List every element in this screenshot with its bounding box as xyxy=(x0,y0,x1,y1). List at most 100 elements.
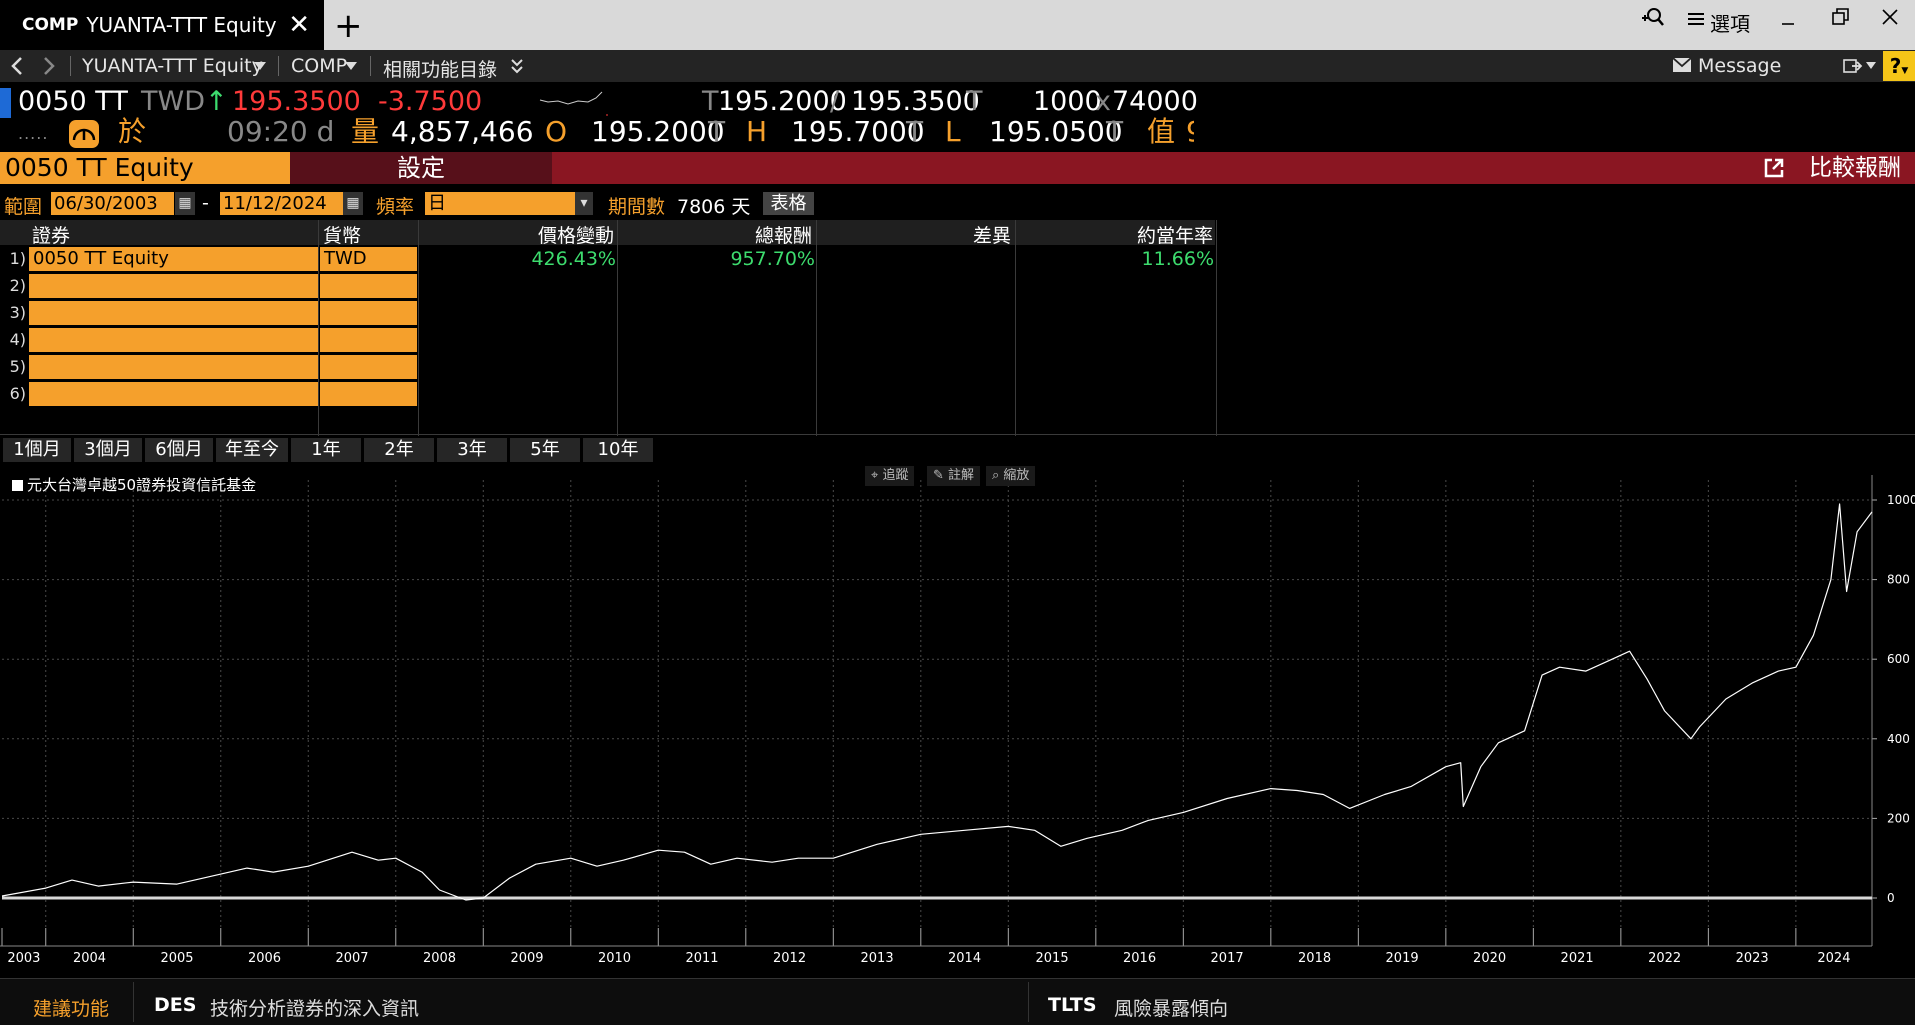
security-cell[interactable] xyxy=(29,301,318,325)
new-tab-button[interactable]: + xyxy=(334,6,363,46)
crosshair-tool[interactable]: ⌖ 追蹤 xyxy=(865,466,915,486)
related-functions-menu[interactable]: 相關功能目錄 xyxy=(383,55,497,82)
currency-cell[interactable]: TWD xyxy=(320,247,417,271)
period-10y-button[interactable]: 10年 xyxy=(583,438,653,462)
speedometer-icon[interactable] xyxy=(68,119,100,149)
message-button[interactable]: Message xyxy=(1698,55,1781,77)
row-number: 5) xyxy=(9,357,26,376)
quote-low: 195.0500 xyxy=(989,115,1123,148)
period-ytd-button[interactable]: 年至今 xyxy=(216,438,288,462)
col-security[interactable]: 證券 xyxy=(32,221,70,248)
x-tick-label: 2006 xyxy=(248,951,281,966)
period-1y-button[interactable]: 1年 xyxy=(291,438,361,462)
nav-separator xyxy=(278,56,279,76)
period-6m-button[interactable]: 6個月 xyxy=(145,438,213,462)
column-divider xyxy=(418,220,419,436)
menu-icon[interactable] xyxy=(1688,12,1704,26)
currency-cell[interactable] xyxy=(320,274,417,298)
security-cell[interactable] xyxy=(29,355,318,379)
calendar-icon[interactable]: ▦ xyxy=(175,192,195,215)
column-divider xyxy=(1015,220,1016,436)
table-button[interactable]: 表格 xyxy=(763,192,814,215)
high-suffix: T xyxy=(906,115,924,148)
col-total-return[interactable]: 總報酬 xyxy=(620,221,812,248)
chevron-down-icon[interactable] xyxy=(345,62,357,70)
x-tick-label: 2018 xyxy=(1298,951,1331,966)
annotate-label: 註解 xyxy=(948,468,975,483)
col-currency[interactable]: 貨幣 xyxy=(323,221,361,248)
user-search-icon[interactable] xyxy=(1640,6,1664,30)
forward-arrow-icon[interactable] xyxy=(40,56,58,76)
tlts-code[interactable]: TLTS xyxy=(1048,994,1097,1016)
period-3m-button[interactable]: 3個月 xyxy=(74,438,142,462)
nav-security[interactable]: YUANTA-TTT Equity xyxy=(82,55,263,77)
quote-change: -3.7500 xyxy=(378,86,483,117)
nav-separator xyxy=(370,56,371,76)
col-annualized[interactable]: 約當年率 xyxy=(1017,221,1213,248)
x-tick-label: 2013 xyxy=(861,951,894,966)
window-close-icon[interactable] xyxy=(1881,8,1899,26)
return-chart[interactable]: 0 200 400 600 800 1000 2003 2004 2005 2006 2007 200… xyxy=(0,464,1915,976)
chevron-down-icon[interactable]: ▾ xyxy=(575,192,593,215)
bottom-divider xyxy=(1028,982,1029,1022)
window-arrow-icon[interactable] xyxy=(1843,57,1863,75)
security-cell[interactable] xyxy=(29,274,318,298)
des-description[interactable]: 技術分析證券的深入資訊 xyxy=(210,994,419,1021)
x-tick-label: 2024 xyxy=(1817,951,1850,966)
total-return-value: 957.70% xyxy=(730,248,815,270)
des-code[interactable]: DES xyxy=(154,994,196,1016)
active-tab[interactable]: COMP YUANTA-TTT Equity ✕ xyxy=(0,0,324,50)
annotate-tool[interactable]: ✎ 註解 xyxy=(927,466,981,486)
tab-function-code: COMP xyxy=(22,15,79,35)
zoom-tool[interactable]: ⌕ 縮放 xyxy=(986,466,1036,486)
restore-icon[interactable] xyxy=(1832,8,1850,26)
currency-cell[interactable] xyxy=(320,301,417,325)
currency-cell[interactable] xyxy=(320,382,417,406)
security-cell[interactable] xyxy=(29,382,318,406)
quote-last-price: 195.3500 xyxy=(232,86,361,117)
options-menu[interactable]: 選項 xyxy=(1710,8,1750,37)
security-cell[interactable]: 0050 TT Equity xyxy=(29,247,318,271)
period-2y-button[interactable]: 2年 xyxy=(364,438,434,462)
double-chevron-down-icon[interactable] xyxy=(511,58,523,74)
security-field[interactable]: 0050 TT Equity xyxy=(0,152,290,184)
back-arrow-icon[interactable] xyxy=(8,56,26,76)
period-5y-button[interactable]: 5年 xyxy=(510,438,580,462)
tlts-description[interactable]: 風險暴露傾向 xyxy=(1114,994,1228,1021)
row-number: 3) xyxy=(9,303,26,322)
x-tick-label: 2009 xyxy=(510,951,543,966)
currency-cell[interactable] xyxy=(320,355,417,379)
size-x: x xyxy=(1095,86,1111,117)
annualized-value: 11.66% xyxy=(1141,248,1214,270)
period-1m-button[interactable]: 1個月 xyxy=(3,438,71,462)
minimize-icon[interactable] xyxy=(1781,14,1795,28)
chevron-down-icon[interactable] xyxy=(254,62,266,70)
period-3y-button[interactable]: 3年 xyxy=(437,438,507,462)
date-dash: - xyxy=(202,192,209,214)
period-count-value: 7806 天 xyxy=(677,196,751,218)
chevron-down-icon[interactable] xyxy=(1866,62,1876,69)
frequency-select[interactable]: 日 xyxy=(425,192,575,215)
range-label: 範圍 xyxy=(4,196,43,218)
close-tab-icon[interactable]: ✕ xyxy=(288,10,310,40)
x-tick-label: 2003 xyxy=(7,951,40,966)
help-button[interactable]: ?▼ xyxy=(1883,51,1915,81)
start-date-field[interactable]: 06/30/2003 xyxy=(51,192,174,215)
settings-button[interactable]: 設定 xyxy=(290,152,552,184)
col-difference[interactable]: 差異 xyxy=(818,221,1011,248)
y-tick-label: 200 xyxy=(1887,811,1910,825)
currency-cell[interactable] xyxy=(320,328,417,352)
calendar-icon[interactable]: ▦ xyxy=(343,192,363,215)
quote-time: 09:20 d xyxy=(227,115,335,148)
envelope-icon[interactable] xyxy=(1673,58,1691,72)
col-price-change[interactable]: 價格變動 xyxy=(420,221,614,248)
security-cell[interactable] xyxy=(29,328,318,352)
open-label: O xyxy=(545,115,568,148)
nav-separator xyxy=(70,56,71,76)
chart-legend[interactable]: 元大台灣卓越50證券投資信託基金 xyxy=(12,474,256,495)
nav-function[interactable]: COMP xyxy=(291,55,347,77)
end-date-field[interactable]: 11/12/2024 xyxy=(220,192,343,215)
external-link-icon[interactable] xyxy=(1762,156,1786,180)
bottom-divider xyxy=(133,982,134,1022)
y-tick-label: 0 xyxy=(1887,891,1895,905)
